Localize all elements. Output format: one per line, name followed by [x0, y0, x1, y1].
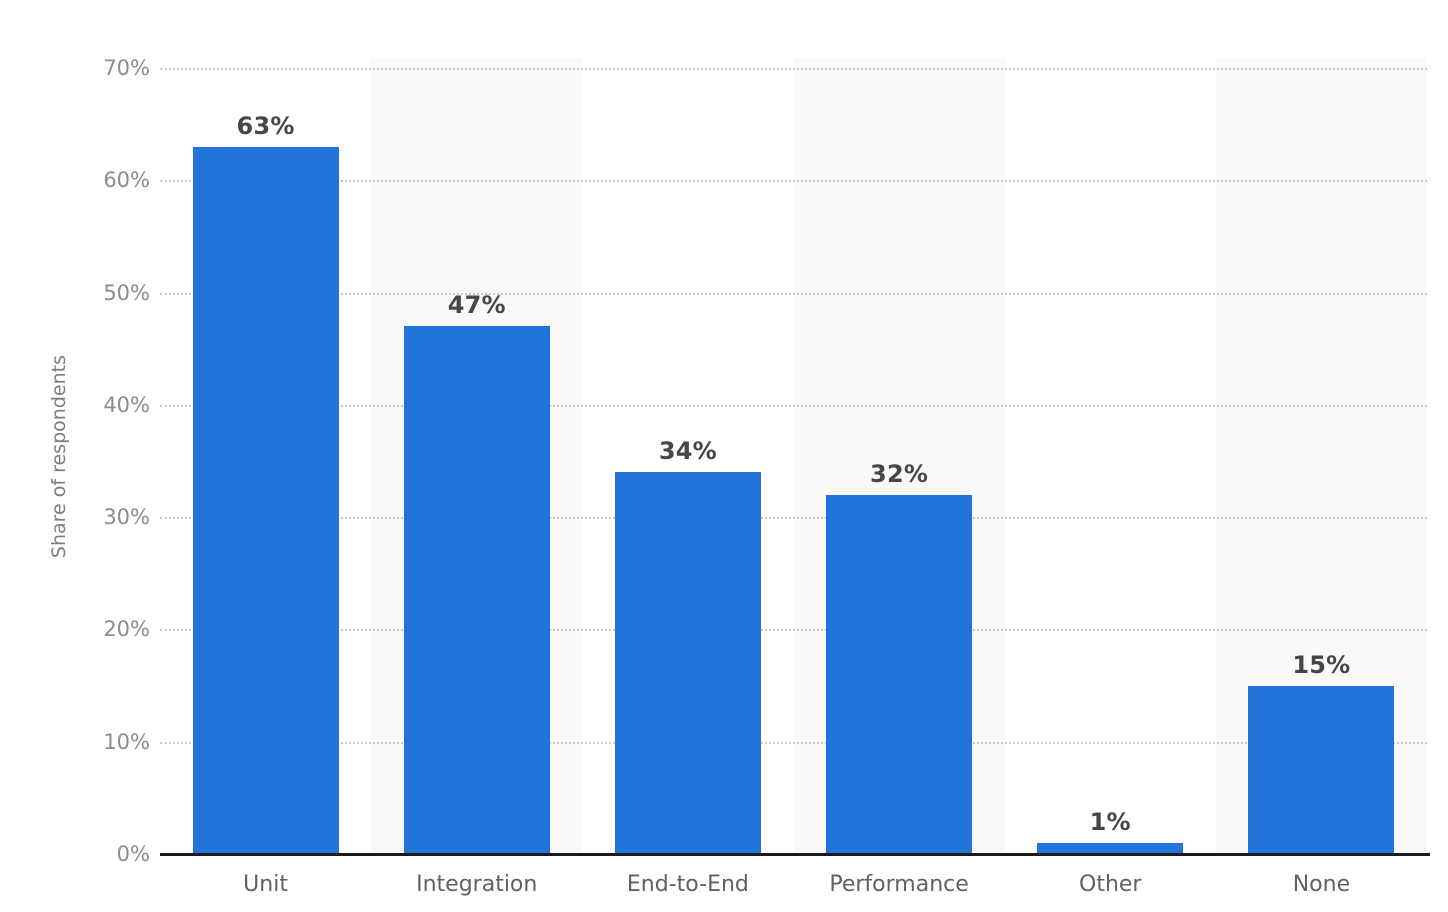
x-axis-tick-label: Performance [829, 872, 969, 897]
gridline [160, 292, 1427, 295]
y-axis-tick-label: 10% [103, 729, 150, 754]
bar[interactable] [1248, 685, 1395, 854]
bar[interactable] [192, 146, 339, 854]
category-band [1005, 58, 1216, 854]
gridline [160, 629, 1427, 632]
gridline [160, 68, 1427, 70]
bar-chart: 0% 10% 20% 30% 40% 50% 60% 70% Share of respond… [0, 0, 1448, 912]
y-axis-tick-label: 0% [116, 842, 150, 866]
bar-value-label: 1% [1089, 807, 1131, 836]
plot-area [160, 58, 1427, 854]
y-axis-tick-label: 50% [103, 280, 150, 305]
y-axis-tick-label: 30% [103, 505, 150, 530]
x-axis-tick-label: Other [1079, 872, 1142, 897]
bar[interactable] [614, 472, 761, 854]
y-axis-title: Share of respondents [48, 355, 70, 559]
bar-value-label: 47% [447, 291, 506, 320]
bar-value-label: 32% [870, 459, 929, 488]
gridline [160, 741, 1427, 744]
x-axis-tick-label: Integration [416, 872, 538, 897]
x-axis-tick-label: None [1292, 872, 1351, 897]
bar[interactable] [826, 494, 973, 854]
y-axis-tick-label: 40% [103, 392, 150, 417]
bar[interactable] [403, 326, 550, 854]
y-axis-tick-label: 20% [103, 617, 150, 642]
x-axis-tick-label: Unit [243, 872, 288, 897]
y-axis-ticks: 0% 10% 20% 30% 40% 50% 60% 70% [10, 0, 150, 912]
gridline [160, 404, 1427, 407]
y-axis-tick-label: 60% [103, 168, 150, 193]
y-axis-tick-label: 70% [103, 56, 150, 80]
x-axis-tick-label: End-to-End [626, 872, 749, 897]
gridline [160, 180, 1427, 183]
bar-value-label: 15% [1292, 650, 1351, 679]
bar-value-label: 63% [236, 111, 295, 140]
gridline [160, 517, 1427, 520]
bar-value-label: 34% [658, 437, 717, 466]
x-axis-baseline [160, 853, 1430, 856]
